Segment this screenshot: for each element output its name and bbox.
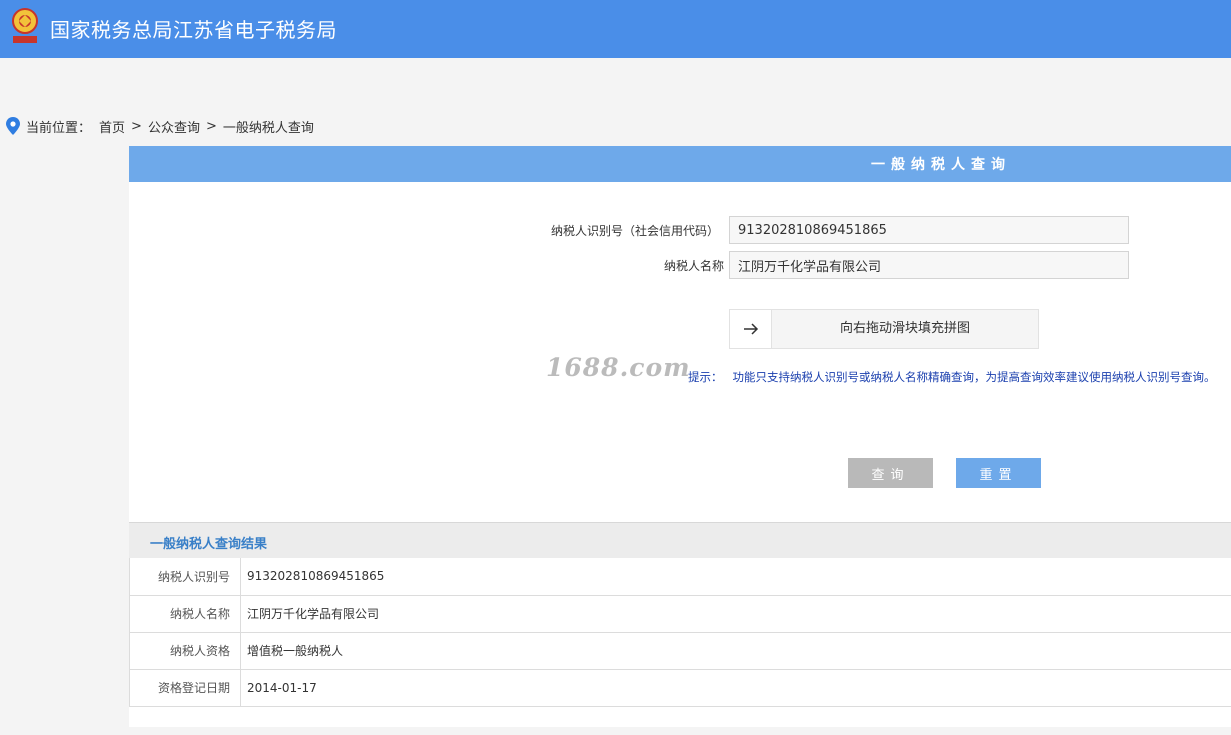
result-label: 纳税人识别号 [129, 558, 241, 596]
watermark: 1688.com [546, 353, 691, 382]
panel-header: 一般纳税人查询 [129, 146, 1231, 182]
breadcrumb-label: 当前位置： [26, 120, 92, 136]
result-header: 一般纳税人查询结果 [129, 522, 1231, 558]
taxpayer-id-input[interactable] [729, 216, 1129, 244]
top-header: 国家税务总局江苏省电子税务局 [0, 0, 1231, 58]
taxpayer-id-label: 纳税人识别号（社会信用代码） [550, 224, 719, 238]
breadcrumb: 当前位置： 首页 > 公众查询 > 一般纳税人查询 [6, 115, 314, 137]
result-table: 纳税人识别号 913202810869451865 纳税人名称 江阴万千化学品有… [129, 558, 1231, 707]
table-row: 纳税人名称 江阴万千化学品有限公司 [129, 595, 1231, 633]
site-title: 国家税务总局江苏省电子税务局 [50, 18, 337, 42]
query-button[interactable]: 查询 [848, 458, 933, 488]
table-row: 纳税人资格 增值税一般纳税人 [129, 632, 1231, 670]
slider-handle[interactable] [730, 310, 772, 348]
reset-button[interactable]: 重置 [956, 458, 1041, 488]
table-row: 资格登记日期 2014-01-17 [129, 669, 1231, 707]
result-title: 一般纳税人查询结果 [150, 537, 268, 552]
result-value: 江阴万千化学品有限公司 [240, 595, 1231, 633]
location-pin-icon [6, 117, 20, 135]
breadcrumb-separator: > [131, 118, 142, 134]
taxpayer-name-input[interactable] [729, 251, 1129, 279]
breadcrumb-separator: > [205, 118, 217, 134]
result-label: 纳税人资格 [129, 632, 241, 670]
breadcrumb-home[interactable]: 首页 [99, 117, 125, 136]
breadcrumb-current: 一般纳税人查询 [222, 120, 314, 136]
result-value: 2014-01-17 [240, 669, 1231, 707]
result-label: 资格登记日期 [129, 669, 241, 707]
slider-instruction: 向右拖动滑块填充拼图 [839, 321, 970, 336]
captcha-slider[interactable]: 向右拖动滑块填充拼图 [729, 309, 1039, 349]
breadcrumb-public-query[interactable]: 公众查询 [148, 117, 200, 136]
arrow-right-icon [743, 323, 758, 335]
taxpayer-name-label: 纳税人名称 [663, 259, 724, 273]
result-value: 913202810869451865 [240, 558, 1231, 596]
hint: 提示： 功能只支持纳税人识别号或纳税人名称精确查询，为提高查询效率建议使用纳税人识… [688, 369, 1216, 385]
query-panel: 一般纳税人查询 纳税人识别号（社会信用代码） 纳税人名称 向右拖动滑块填充拼图 … [129, 146, 1231, 727]
table-row: 纳税人识别号 913202810869451865 [129, 558, 1231, 596]
result-label: 纳税人名称 [129, 595, 241, 633]
hint-label: 提示： [688, 370, 723, 384]
hint-text: 功能只支持纳税人识别号或纳税人名称精确查询，为提高查询效率建议使用纳税人识别号查… [732, 370, 1216, 384]
result-value: 增值税一般纳税人 [240, 632, 1231, 670]
tax-emblem-icon [12, 8, 38, 43]
panel-title: 一般纳税人查询 [871, 157, 1011, 173]
